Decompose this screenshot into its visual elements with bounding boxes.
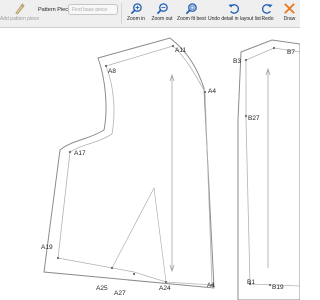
toolbar-separator — [121, 3, 122, 24]
point-b3 — [244, 58, 248, 62]
zoom-out-button[interactable]: Zoom out — [149, 0, 175, 27]
point-a19 — [56, 256, 60, 260]
zoom-in-icon — [130, 3, 142, 15]
label-a4: A4 — [208, 88, 216, 95]
label-a8: A8 — [108, 68, 116, 75]
label-b1: B1 — [247, 279, 255, 286]
point-a27 — [132, 272, 136, 276]
label-a17: A17 — [74, 150, 86, 157]
label-a1: A1 — [207, 282, 215, 289]
point-a24 — [164, 280, 168, 284]
zoom-in-button[interactable]: Zoom in — [123, 0, 149, 27]
label-b3: B3 — [233, 58, 241, 65]
undo-icon — [227, 4, 239, 14]
draw-button[interactable]: Draw — [279, 0, 300, 27]
label-a25: A25 — [96, 285, 108, 292]
label-b19: B19 — [272, 284, 284, 291]
pattern-piece-select[interactable]: Find base piece — [68, 4, 118, 15]
label-b27: B27 — [248, 115, 260, 122]
point-a25 — [110, 266, 114, 270]
label-a24: A24 — [159, 285, 171, 292]
draw-scissors-icon — [284, 3, 295, 14]
add-piece-icon — [14, 3, 25, 15]
add-pattern-piece-button[interactable]: Add pattern piece — [0, 0, 39, 27]
point-a4 — [203, 90, 207, 94]
label-a27: A27 — [114, 290, 126, 297]
point-a11 — [171, 44, 175, 48]
zoom-out-icon — [156, 3, 168, 15]
point-b7 — [272, 46, 276, 50]
label-a11: A11 — [175, 47, 186, 54]
point-a17 — [68, 150, 72, 154]
pattern-piece-placeholder: Find base piece — [72, 7, 108, 13]
layout-canvas[interactable]: A11 A8 A4 A17 A19 A25 A27 A24 A1 B3 B7 B… — [0, 28, 300, 300]
point-b19 — [268, 283, 272, 287]
label-a19: A19 — [41, 244, 53, 251]
undo-detail-button[interactable]: Undo detail in layout list — [208, 0, 261, 27]
pattern-piece-a-outline[interactable] — [43, 37, 215, 289]
zoom-fit-icon — [185, 3, 197, 15]
point-a8 — [104, 64, 108, 68]
point-b27 — [244, 114, 248, 118]
label-b7: B7 — [287, 49, 295, 56]
zoom-fit-best-button[interactable]: Zoom fit best — [175, 0, 208, 27]
toolbar: Add pattern piece Pattern Piece: Find ba… — [0, 0, 300, 28]
redo-button[interactable]: Redo — [259, 0, 276, 27]
redo-icon — [262, 4, 273, 14]
